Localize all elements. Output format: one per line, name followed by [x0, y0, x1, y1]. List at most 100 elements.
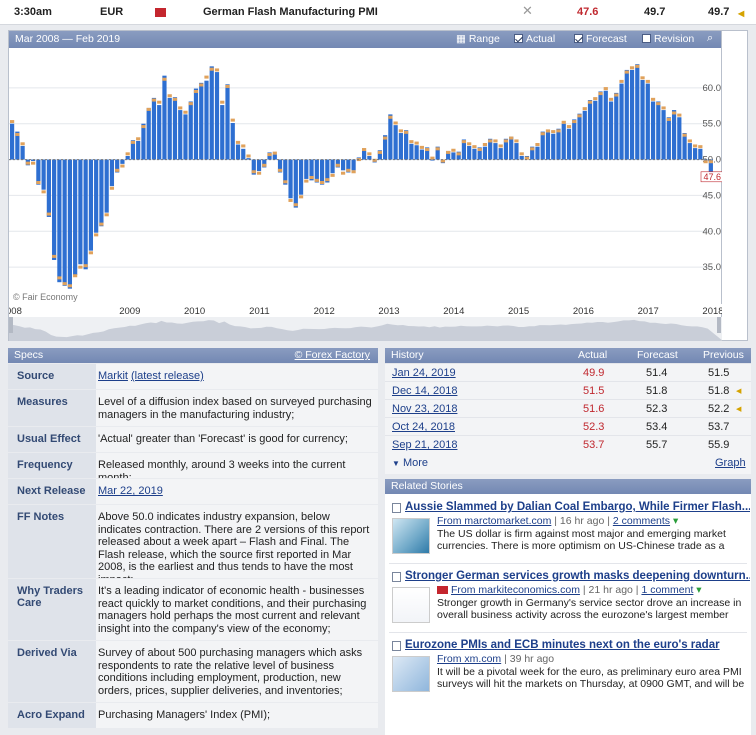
forecast-mark: [130, 140, 136, 144]
history-row[interactable]: Oct 24, 2018 52.3 53.4 53.7: [385, 417, 751, 435]
forecast-mark: [125, 152, 130, 156]
forecast-mark: [435, 147, 440, 151]
story-source-link[interactable]: From markiteconomics.com: [451, 584, 580, 596]
revision-arrow-icon: ◀: [736, 406, 742, 413]
graph-link[interactable]: Graph: [715, 457, 746, 469]
story-thumbnail[interactable]: [392, 518, 430, 554]
chevron-down-icon: ▾: [670, 515, 679, 527]
story-thumbnail[interactable]: [392, 656, 430, 692]
forecast-mark: [298, 195, 304, 199]
forecast-toggle-label: Forecast: [586, 33, 627, 45]
actual-bar: [178, 110, 183, 160]
forecast-toggle[interactable]: Forecast: [574, 33, 627, 45]
chart-header: Mar 2008 — Feb 2019 ▦ Range Actual Forec…: [9, 31, 721, 48]
history-date[interactable]: Dec 14, 2018: [392, 385, 457, 397]
stories-title: Related Stories: [391, 480, 463, 492]
chart-side-strip: [722, 30, 748, 341]
next-release-link[interactable]: Mar 22, 2019: [98, 485, 163, 497]
history-forecast: 52.3: [646, 403, 668, 415]
history-forecast: 53.4: [646, 421, 668, 433]
watermark: © Fair Economy: [13, 292, 78, 302]
history-actual: 51.5: [583, 385, 605, 397]
event-forecast: 49.7: [644, 6, 666, 18]
history-row[interactable]: Nov 23, 2018 51.6 52.3 52.2 ◀: [385, 399, 751, 417]
actual-bar: [193, 88, 199, 160]
comments-link[interactable]: 2 comments: [613, 515, 670, 527]
forecast-mark: [314, 178, 319, 182]
actual-bar: [519, 155, 524, 160]
story-source-link[interactable]: From xm.com: [437, 653, 501, 665]
history-date[interactable]: Jan 24, 2019: [392, 367, 456, 379]
forecast-mark: [188, 102, 193, 106]
navigator-handle-left: [9, 317, 13, 333]
actual-bar: [398, 133, 403, 160]
actual-bar: [88, 159, 94, 251]
story-title[interactable]: Eurozone PMIs and ECB minutes next on th…: [405, 639, 750, 651]
actual-bar: [419, 149, 424, 160]
actual-bar: [141, 123, 146, 160]
forecast-mark: [414, 141, 419, 145]
actual-bar: [603, 90, 608, 160]
story-source-link[interactable]: From marctomarket.com: [437, 515, 551, 527]
forecast-mark: [666, 117, 671, 121]
actual-bar: [535, 146, 540, 160]
history-date[interactable]: Nov 23, 2018: [392, 403, 457, 415]
history-date[interactable]: Sep 21, 2018: [392, 439, 457, 451]
forecast-mark: [566, 125, 572, 129]
y-tick-label: 45.0: [703, 190, 722, 201]
forecast-mark: [99, 222, 104, 226]
history-row[interactable]: Jan 24, 2019 49.9 51.4 51.5: [385, 363, 751, 381]
spec-row: Derived Via Survey of about 500 purchasin…: [8, 640, 378, 702]
forecast-mark: [482, 143, 488, 147]
actual-bar: [46, 159, 51, 217]
forecast-mark: [619, 79, 624, 83]
history-previous: 52.2: [708, 403, 730, 415]
forecast-mark: [73, 274, 78, 278]
history-row[interactable]: Sep 21, 2018 53.7 55.7 55.9: [385, 435, 751, 453]
event-actual: 47.6: [577, 6, 599, 18]
forecast-mark: [94, 233, 99, 237]
forecast-mark: [650, 97, 656, 101]
actual-bar: [288, 159, 293, 199]
history-date[interactable]: Oct 24, 2018: [392, 421, 455, 433]
impact-icon: [155, 8, 166, 17]
comments-link[interactable]: 1 comment: [641, 584, 693, 596]
forex-factory-link[interactable]: © Forex Factory: [295, 349, 370, 361]
more-link[interactable]: ▼ More: [392, 457, 428, 469]
forecast-mark: [178, 106, 183, 110]
actual-bar: [650, 101, 656, 160]
forecast-mark: [687, 139, 692, 143]
forecast-mark: [603, 87, 608, 91]
actual-toggle[interactable]: Actual: [514, 33, 555, 45]
forecast-mark: [587, 100, 593, 104]
actual-bar: [162, 75, 167, 160]
actual-bar: [635, 64, 640, 160]
close-icon[interactable]: ✕: [522, 3, 533, 19]
story-title[interactable]: Stronger German services growth masks de…: [405, 570, 750, 582]
source-link[interactable]: Markit: [98, 370, 128, 382]
forecast-mark: [193, 89, 199, 93]
story-thumbnail[interactable]: [392, 587, 430, 623]
forecast-mark: [682, 133, 687, 137]
story-title[interactable]: Aussie Slammed by Dalian Coal Embargo, W…: [405, 501, 750, 513]
actual-bar: [241, 148, 246, 160]
revision-toggle[interactable]: Revision: [642, 33, 694, 45]
forecast-mark: [120, 164, 125, 168]
actual-bar: [167, 97, 172, 160]
forecast-mark: [656, 102, 661, 106]
range-button[interactable]: ▦ Range: [456, 33, 500, 45]
history-row[interactable]: Dec 14, 2018 51.5 51.8 51.8 ◀: [385, 381, 751, 399]
history-forecast: 51.8: [646, 385, 668, 397]
zoom-icon[interactable]: ⌕: [707, 32, 713, 45]
forecast-mark: [151, 98, 157, 102]
history-previous: 51.5: [708, 367, 730, 379]
spec-value: Purchasing Managers' Index (PMI);: [98, 709, 271, 721]
x-axis-band: [9, 304, 723, 313]
actual-bar: [645, 83, 650, 160]
forecast-mark: [624, 70, 629, 74]
forecast-mark: [404, 130, 409, 134]
actual-bar: [146, 107, 151, 160]
latest-release-link[interactable]: (latest release): [131, 370, 204, 382]
x-tick-label: 2017: [638, 306, 659, 317]
history-header: History Actual Forecast Previous: [385, 348, 751, 363]
